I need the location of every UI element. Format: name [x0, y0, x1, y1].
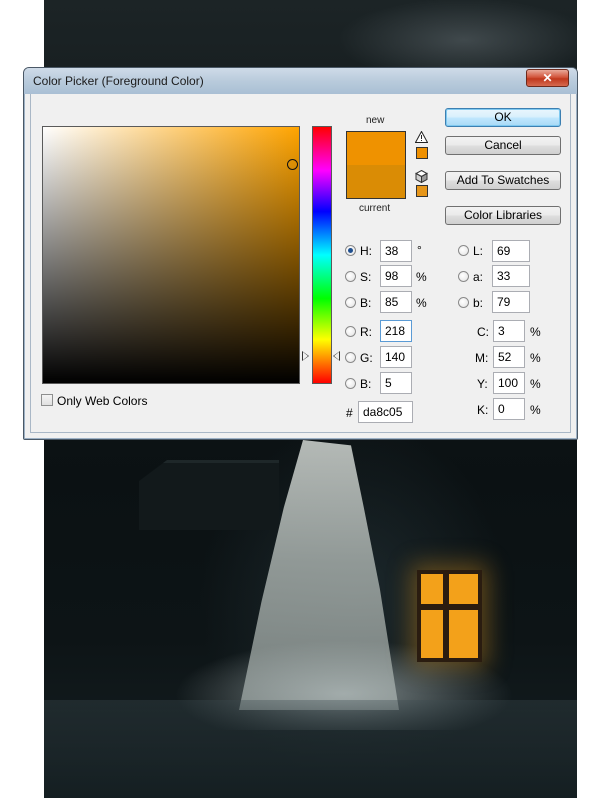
color-field-cursor[interactable]: [287, 159, 298, 170]
color-field[interactable]: [42, 126, 300, 384]
saturation-unit: %: [416, 270, 427, 284]
hue-slider-right-handle-icon[interactable]: [333, 351, 340, 361]
black-unit: %: [530, 403, 541, 417]
lab-l-radio[interactable]: [458, 245, 469, 256]
blue-radio[interactable]: [345, 378, 356, 389]
hue-unit: °: [417, 243, 422, 257]
lab-a-label: a:: [473, 270, 484, 284]
hex-label: #: [346, 406, 353, 420]
title-bar[interactable]: Color Picker (Foreground Color) ✕: [24, 68, 577, 94]
cyan-input[interactable]: 3: [493, 320, 525, 342]
lab-l-input[interactable]: 69: [492, 240, 530, 262]
yellow-unit: %: [530, 377, 541, 391]
hue-radio[interactable]: [345, 245, 356, 256]
saturation-label: S:: [360, 270, 372, 284]
background-lantern: [417, 570, 482, 662]
yellow-input[interactable]: 100: [493, 372, 525, 394]
hue-input[interactable]: 38: [380, 240, 412, 262]
only-web-colors-label[interactable]: Only Web Colors: [57, 394, 147, 408]
lab-a-input[interactable]: 33: [492, 265, 530, 287]
web-safe-cube-icon[interactable]: [415, 170, 428, 183]
hue-slider-left-handle-icon[interactable]: [302, 351, 309, 361]
hue-slider[interactable]: [312, 126, 332, 384]
green-radio[interactable]: [345, 352, 356, 363]
blue-label: B:: [360, 377, 372, 391]
background-house: [139, 460, 279, 530]
magenta-unit: %: [530, 351, 541, 365]
gamut-swatch[interactable]: [416, 147, 428, 159]
lab-a-radio[interactable]: [458, 271, 469, 282]
magenta-label: M:: [475, 351, 489, 365]
saturation-input[interactable]: 98: [380, 265, 412, 287]
blue-input[interactable]: 5: [380, 372, 412, 394]
lab-b-input[interactable]: 79: [492, 291, 530, 313]
lab-l-label: L:: [473, 244, 484, 258]
brightness-unit: %: [416, 296, 427, 310]
red-input[interactable]: 218: [380, 320, 412, 342]
green-input[interactable]: 140: [380, 346, 412, 368]
brightness-input[interactable]: 85: [380, 291, 412, 313]
cyan-unit: %: [530, 325, 541, 339]
current-color-swatch[interactable]: [346, 165, 406, 199]
new-color-swatch: [346, 131, 406, 165]
red-label: R:: [360, 325, 372, 339]
yellow-label: Y:: [477, 377, 488, 391]
ok-button[interactable]: OK: [445, 108, 561, 127]
brightness-radio[interactable]: [345, 297, 356, 308]
web-safe-swatch[interactable]: [416, 185, 428, 197]
current-label: current: [359, 203, 391, 214]
add-to-swatches-button[interactable]: Add To Swatches: [445, 171, 561, 190]
background-water: [44, 700, 577, 798]
cancel-button[interactable]: Cancel: [445, 136, 561, 155]
green-label: G:: [360, 351, 373, 365]
lab-b-radio[interactable]: [458, 297, 469, 308]
dialog-title: Color Picker (Foreground Color): [33, 74, 204, 88]
red-radio[interactable]: [345, 326, 356, 337]
magenta-input[interactable]: 52: [493, 346, 525, 368]
only-web-colors-checkbox[interactable]: [41, 394, 53, 406]
color-libraries-button[interactable]: Color Libraries: [445, 206, 561, 225]
black-label: K:: [477, 403, 489, 417]
gamut-warning-icon[interactable]: [415, 131, 428, 143]
black-input[interactable]: 0: [493, 398, 525, 420]
close-button[interactable]: ✕: [526, 69, 569, 87]
lab-b-label: b:: [473, 296, 484, 310]
cyan-label: C:: [477, 325, 489, 339]
saturation-radio[interactable]: [345, 271, 356, 282]
hex-input[interactable]: da8c05: [358, 401, 413, 423]
new-label: new: [366, 115, 385, 126]
hue-label: H:: [360, 244, 372, 258]
brightness-label: B:: [360, 296, 372, 310]
